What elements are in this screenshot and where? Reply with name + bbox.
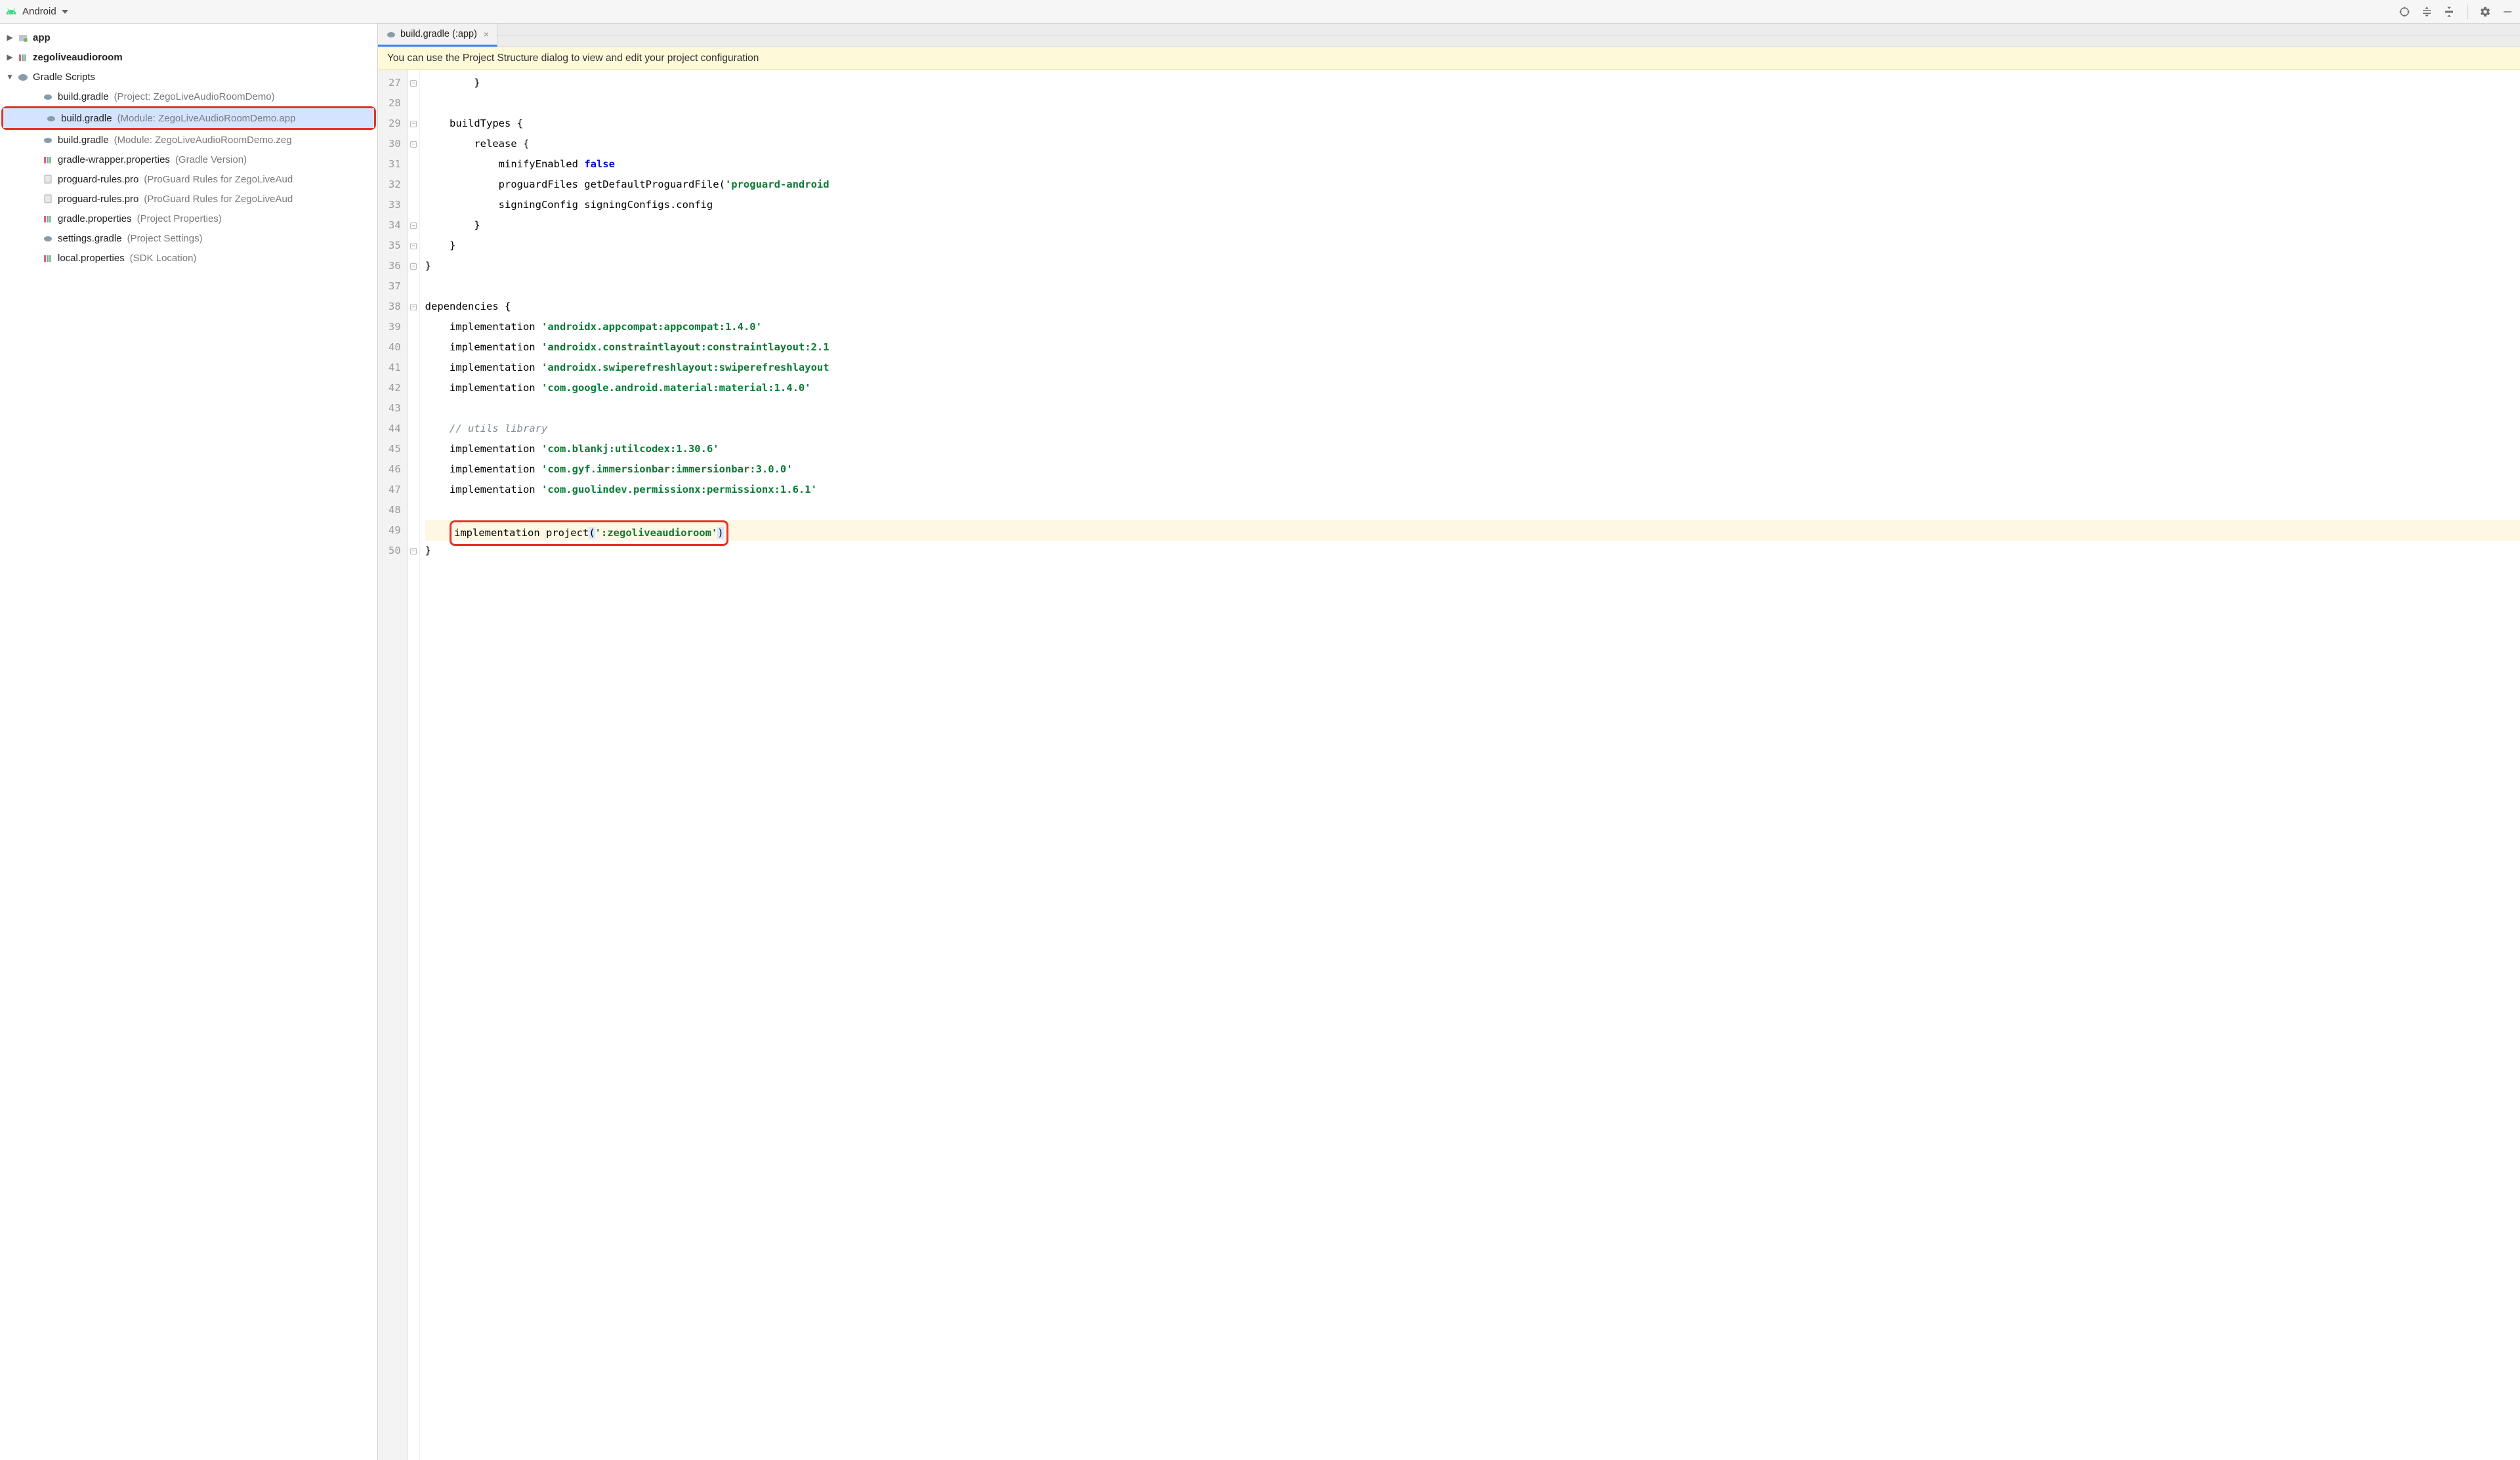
tree-node-label: settings.gradle: [58, 233, 122, 244]
banner-text: You can use the Project Structure dialog…: [387, 52, 759, 64]
android-icon: [5, 6, 17, 18]
tree-node-label: app: [33, 32, 51, 43]
tree-node-app[interactable]: ▶ app: [0, 28, 377, 47]
gradle-icon: [386, 29, 396, 39]
tab-label: build.gradle (:app): [400, 29, 477, 39]
tree-node-gradle-wrapper[interactable]: gradle-wrapper.properties (Gradle Versio…: [0, 150, 377, 169]
code-editor[interactable]: 2728293031323334353637383940414243444546…: [378, 70, 2520, 1460]
tree-node-label: build.gradle: [61, 113, 112, 124]
tree-node-label: gradle.properties: [58, 213, 132, 224]
gear-icon[interactable]: [2478, 5, 2492, 19]
tree-node-gradle-scripts[interactable]: ▼ Gradle Scripts: [0, 67, 377, 87]
close-icon[interactable]: ×: [484, 29, 489, 39]
tree-node-label: Gradle Scripts: [33, 72, 95, 83]
project-view-selector[interactable]: Android: [22, 6, 56, 17]
tree-node-gradle-properties[interactable]: gradle.properties (Project Properties): [0, 209, 377, 228]
tree-node-local-properties[interactable]: local.properties (SDK Location): [0, 248, 377, 268]
gradle-icon: [17, 72, 29, 82]
tree-node-zegoliveaudioroom[interactable]: ▶ zegoliveaudioroom: [0, 47, 377, 67]
tree-node-label: gradle-wrapper.properties: [58, 154, 170, 165]
fold-gutter[interactable]: −−−−−−−−: [408, 70, 420, 1460]
collapse-all-icon[interactable]: [2442, 5, 2456, 19]
tree-node-label: build.gradle: [58, 135, 109, 146]
toolbar-divider: [2467, 5, 2468, 19]
tree-node-suffix: (SDK Location): [130, 253, 197, 264]
tree-node-label: proguard-rules.pro: [58, 174, 138, 185]
tree-node-suffix: (ProGuard Rules for ZegoLiveAud: [144, 174, 293, 185]
tree-node-suffix: (Project Settings): [127, 233, 203, 244]
gradle-file-icon: [42, 91, 54, 102]
target-icon[interactable]: [2397, 5, 2412, 19]
editor-tabs: build.gradle (:app) ×: [378, 24, 2520, 47]
tree-node-build-gradle-zeg[interactable]: build.gradle (Module: ZegoLiveAudioRoomD…: [0, 130, 377, 150]
tree-node-proguard-1[interactable]: proguard-rules.pro (ProGuard Rules for Z…: [0, 169, 377, 189]
tree-node-proguard-2[interactable]: proguard-rules.pro (ProGuard Rules for Z…: [0, 189, 377, 209]
tree-node-build-gradle-app[interactable]: build.gradle (Module: ZegoLiveAudioRoomD…: [3, 108, 374, 128]
tree-node-settings-gradle[interactable]: settings.gradle (Project Settings): [0, 228, 377, 248]
module-icon: [17, 32, 29, 43]
properties-file-icon: [42, 253, 54, 263]
tree-node-suffix: (Project: ZegoLiveAudioRoomDemo): [114, 91, 275, 102]
gradle-file-icon: [42, 233, 54, 243]
properties-file-icon: [42, 154, 54, 165]
tab-build-gradle-app[interactable]: build.gradle (:app) ×: [378, 24, 497, 47]
tree-node-suffix: (Module: ZegoLiveAudioRoomDemo.app: [117, 113, 296, 124]
code-content[interactable]: } buildTypes { release { minifyEnabled f…: [420, 70, 2520, 1460]
tree-node-label: zegoliveaudioroom: [33, 52, 123, 63]
chevron-down-icon[interactable]: [62, 10, 68, 14]
tree-node-suffix: (Module: ZegoLiveAudioRoomDemo.zeg: [114, 135, 292, 146]
tree-node-label: build.gradle: [58, 91, 109, 102]
tree-node-suffix: (Gradle Version): [175, 154, 247, 165]
expand-all-icon[interactable]: [2420, 5, 2434, 19]
project-tree[interactable]: ▶ app ▶ zegoliveaudioroom ▼: [0, 24, 378, 1460]
tree-node-build-gradle-project[interactable]: build.gradle (Project: ZegoLiveAudioRoom…: [0, 87, 377, 106]
line-number-gutter: 2728293031323334353637383940414243444546…: [378, 70, 408, 1460]
text-file-icon: [42, 194, 54, 204]
properties-file-icon: [42, 213, 54, 224]
minimize-icon[interactable]: [2500, 5, 2515, 19]
project-tool-window-header: Android: [0, 0, 2520, 24]
tree-node-label: local.properties: [58, 253, 125, 264]
text-file-icon: [42, 174, 54, 184]
library-module-icon: [17, 52, 29, 62]
editor-banner[interactable]: You can use the Project Structure dialog…: [378, 47, 2520, 70]
gradle-file-icon: [42, 135, 54, 145]
tree-node-suffix: (ProGuard Rules for ZegoLiveAud: [144, 194, 293, 205]
tree-node-label: proguard-rules.pro: [58, 194, 138, 205]
tree-node-suffix: (Project Properties): [137, 213, 222, 224]
gradle-file-icon: [45, 113, 57, 123]
